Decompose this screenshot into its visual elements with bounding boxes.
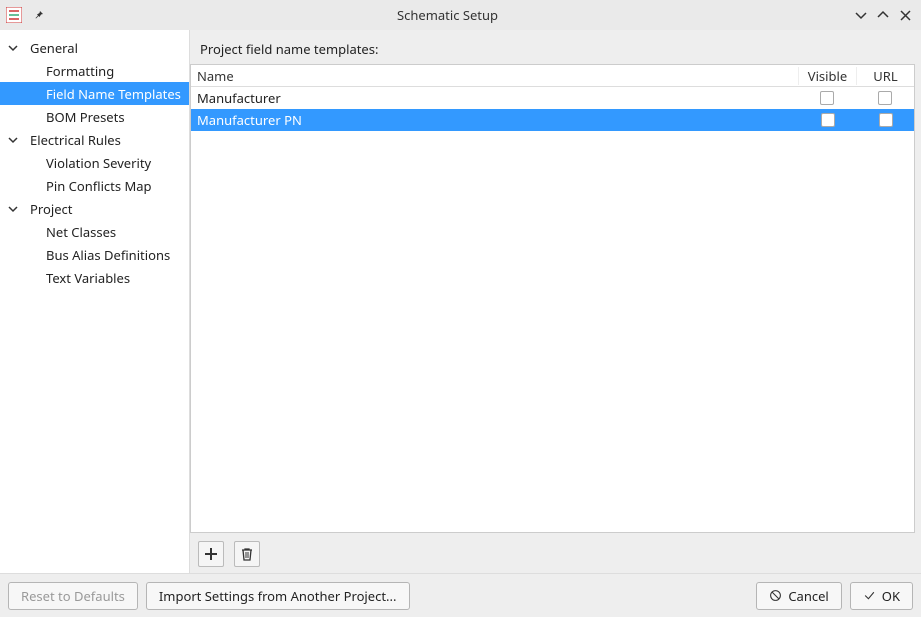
sidebar: General Formatting Field Name Templates … [0, 30, 190, 573]
check-icon [863, 589, 876, 602]
cell-name[interactable]: Manufacturer [191, 89, 798, 107]
bottom-bar: Reset to Defaults Import Settings from A… [0, 573, 921, 617]
table-actions [190, 533, 921, 573]
body: General Formatting Field Name Templates … [0, 30, 921, 573]
section-label: Project field name templates: [190, 30, 921, 64]
sidebar-group-label: General [30, 39, 78, 57]
sidebar-group-label: Electrical Rules [30, 131, 121, 149]
plus-icon [204, 547, 218, 561]
sidebar-item-label: Bus Alias Definitions [46, 246, 170, 264]
delete-row-button[interactable] [234, 541, 260, 567]
minimize-icon[interactable] [851, 5, 871, 25]
sidebar-item-label: Net Classes [46, 223, 116, 241]
cell-name[interactable]: Manufacturer PN [191, 111, 798, 129]
import-settings-button[interactable]: Import Settings from Another Project... [146, 582, 410, 610]
button-label: Cancel [788, 587, 828, 605]
chevron-down-icon [6, 202, 20, 216]
sidebar-item-bom-presets[interactable]: BOM Presets [0, 105, 189, 128]
button-label: Reset to Defaults [21, 587, 125, 605]
column-header-visible[interactable]: Visible [798, 67, 856, 85]
sidebar-item-label: Text Variables [46, 269, 130, 287]
sidebar-item-label: BOM Presets [46, 108, 125, 126]
table-row[interactable]: Manufacturer [191, 87, 914, 109]
sidebar-item-field-name-templates[interactable]: Field Name Templates [0, 82, 189, 105]
sidebar-item-label: Field Name Templates [46, 85, 181, 103]
sidebar-item-label: Pin Conflicts Map [46, 177, 152, 195]
checkbox[interactable] [878, 91, 892, 105]
column-header-name[interactable]: Name [191, 67, 798, 85]
sidebar-group-label: Project [30, 200, 72, 218]
reset-defaults-button[interactable]: Reset to Defaults [8, 582, 138, 610]
add-row-button[interactable] [198, 541, 224, 567]
chevron-down-icon [6, 41, 20, 55]
cell-url[interactable] [856, 91, 914, 105]
cell-visible[interactable] [798, 91, 856, 105]
table-row[interactable]: Manufacturer PN [191, 109, 914, 131]
column-header-url[interactable]: URL [856, 67, 914, 85]
sidebar-group-project[interactable]: Project [0, 197, 189, 220]
sidebar-item-bus-alias-definitions[interactable]: Bus Alias Definitions [0, 243, 189, 266]
pin-icon[interactable] [32, 8, 46, 22]
cancel-button[interactable]: Cancel [756, 582, 841, 610]
template-table: Name Visible URL Manufacturer Manufactur… [190, 64, 915, 533]
table-body: Manufacturer Manufacturer PN [191, 87, 914, 532]
sidebar-item-text-variables[interactable]: Text Variables [0, 266, 189, 289]
ok-button[interactable]: OK [850, 582, 913, 610]
cell-url[interactable] [856, 113, 914, 127]
main-pane: Project field name templates: Name Visib… [190, 30, 921, 573]
checkbox[interactable] [821, 113, 835, 127]
trash-icon [240, 547, 254, 561]
app-icon [6, 7, 22, 23]
checkbox[interactable] [879, 113, 893, 127]
table-header: Name Visible URL [191, 65, 914, 87]
button-label: OK [882, 587, 900, 605]
sidebar-item-violation-severity[interactable]: Violation Severity [0, 151, 189, 174]
chevron-down-icon [6, 133, 20, 147]
close-icon[interactable] [895, 5, 915, 25]
maximize-icon[interactable] [873, 5, 893, 25]
sidebar-group-electrical-rules[interactable]: Electrical Rules [0, 128, 189, 151]
sidebar-item-pin-conflicts-map[interactable]: Pin Conflicts Map [0, 174, 189, 197]
sidebar-item-net-classes[interactable]: Net Classes [0, 220, 189, 243]
window: Schematic Setup General Formatting Fiel [0, 0, 921, 617]
sidebar-group-general[interactable]: General [0, 36, 189, 59]
sidebar-item-label: Violation Severity [46, 154, 151, 172]
titlebar: Schematic Setup [0, 0, 921, 30]
sidebar-item-formatting[interactable]: Formatting [0, 59, 189, 82]
cancel-icon [769, 589, 782, 602]
checkbox[interactable] [820, 91, 834, 105]
sidebar-item-label: Formatting [46, 62, 114, 80]
button-label: Import Settings from Another Project... [159, 587, 397, 605]
cell-visible[interactable] [798, 113, 856, 127]
window-title: Schematic Setup [46, 6, 849, 24]
